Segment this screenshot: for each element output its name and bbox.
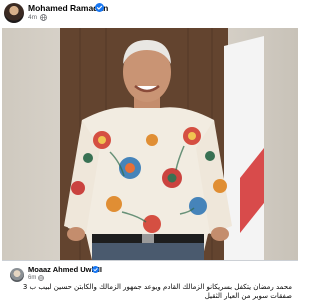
globe-icon — [40, 14, 47, 21]
commenter-name[interactable]: Moaaz Ahmed Uwk II — [28, 265, 102, 274]
globe-icon — [38, 275, 44, 281]
comment-timestamp[interactable]: 6m — [28, 275, 36, 281]
divider — [2, 260, 298, 261]
author-avatar[interactable] — [4, 3, 24, 23]
post-header: Mohamed Ramadan 4m — [0, 0, 300, 26]
comment-text: محمد رمضان يتكفل بسريكانو الزمالك القادم… — [22, 283, 292, 300]
verified-badge-icon — [95, 3, 104, 12]
verified-badge-icon — [92, 266, 99, 273]
post-photo[interactable] — [2, 28, 298, 260]
commenter-avatar[interactable] — [10, 268, 24, 282]
post-timestamp[interactable]: 4m — [28, 14, 37, 21]
photo-illustration — [2, 28, 298, 260]
